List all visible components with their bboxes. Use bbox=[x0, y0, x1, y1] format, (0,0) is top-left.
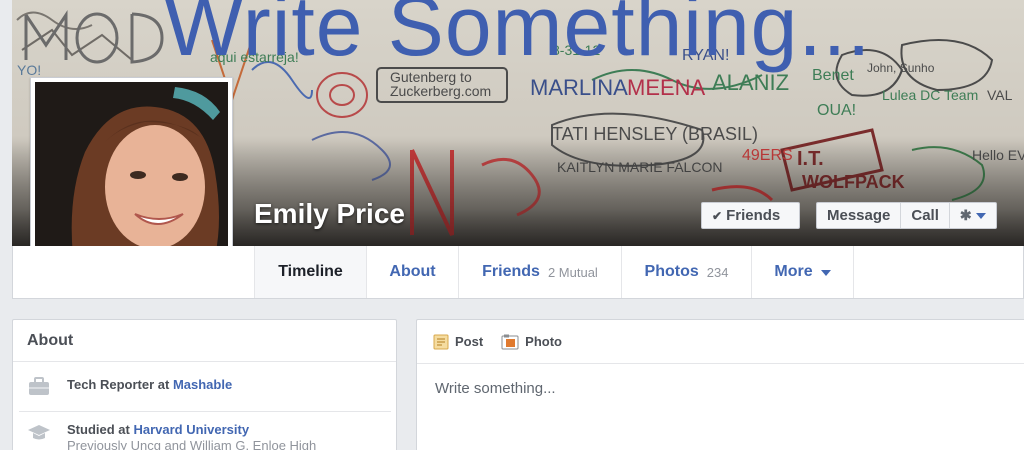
svg-text:OUA!: OUA! bbox=[817, 102, 856, 119]
svg-text:Lulea DC Team: Lulea DC Team bbox=[882, 87, 978, 103]
post-composer: Post Photo bbox=[416, 319, 1024, 450]
composer-tab-photo-label: Photo bbox=[525, 334, 562, 349]
work-prefix: Tech Reporter at bbox=[67, 377, 173, 392]
write-something-input[interactable] bbox=[435, 380, 995, 397]
avatar-image bbox=[35, 82, 228, 273]
profile-nav-bar: Timeline About Friends 2 Mutual Photos 2… bbox=[12, 246, 1024, 299]
svg-text:MEENA: MEENA bbox=[627, 75, 706, 100]
work-info-row: Tech Reporter at Mashable bbox=[27, 377, 232, 397]
employer-link[interactable]: Mashable bbox=[173, 377, 232, 392]
call-button-label: Call bbox=[911, 207, 939, 224]
tab-photos-label: Photos bbox=[644, 263, 699, 280]
tab-about[interactable]: About bbox=[366, 246, 458, 298]
tab-friends-label: Friends bbox=[482, 263, 540, 280]
graduation-cap-icon bbox=[28, 425, 50, 440]
composer-tabs: Post Photo bbox=[417, 320, 1024, 364]
tab-photos[interactable]: Photos 234 bbox=[621, 246, 751, 298]
gear-icon: ✱ bbox=[959, 207, 972, 223]
about-divider bbox=[19, 411, 391, 412]
profile-action-group: Message Call ✱ bbox=[816, 202, 997, 229]
photos-count: 234 bbox=[706, 264, 729, 280]
about-card: About Tech Reporter at Mashable Studied … bbox=[12, 319, 397, 450]
briefcase-icon bbox=[29, 377, 49, 395]
tab-more[interactable]: More bbox=[751, 246, 854, 298]
profile-name[interactable]: Emily Price bbox=[254, 198, 405, 230]
settings-dropdown-button[interactable]: ✱ bbox=[950, 203, 996, 228]
photo-icon bbox=[501, 334, 519, 349]
note-icon bbox=[433, 334, 449, 349]
school-link[interactable]: Harvard University bbox=[133, 422, 249, 437]
message-button[interactable]: Message bbox=[817, 203, 902, 228]
tab-about-label: About bbox=[389, 263, 436, 280]
svg-text:VAL: VAL bbox=[987, 87, 1013, 103]
message-button-label: Message bbox=[827, 207, 891, 224]
education-prefix: Studied at bbox=[67, 422, 134, 437]
friends-button[interactable]: ✔ Friends bbox=[701, 202, 800, 229]
tab-more-label: More bbox=[774, 263, 813, 280]
chevron-down-icon bbox=[820, 270, 831, 276]
tab-timeline-label: Timeline bbox=[278, 263, 343, 280]
svg-text:MARLINA: MARLINA bbox=[530, 75, 628, 100]
composer-tab-post-label: Post bbox=[455, 334, 484, 349]
composer-tab-post[interactable]: Post bbox=[433, 334, 483, 350]
education-info-row: Studied at Harvard University Previously… bbox=[27, 422, 316, 450]
cover-headline: Write Something... bbox=[164, 0, 872, 73]
composer-tab-photo[interactable]: Photo bbox=[501, 334, 562, 350]
svg-text:YO!: YO! bbox=[17, 62, 41, 78]
svg-text:John, Sunho: John, Sunho bbox=[867, 61, 935, 75]
tab-friends[interactable]: Friends 2 Mutual bbox=[458, 246, 621, 298]
call-button[interactable]: Call bbox=[901, 203, 950, 228]
mutual-friends-count: 2 Mutual bbox=[547, 264, 598, 280]
friends-button-label: Friends bbox=[726, 207, 781, 224]
about-card-title[interactable]: About bbox=[13, 320, 396, 362]
tab-timeline[interactable]: Timeline bbox=[254, 246, 366, 298]
svg-text:Zuckerberg.com: Zuckerberg.com bbox=[390, 83, 491, 99]
previous-schools: Previously Uncg and William G. Enloe Hig… bbox=[67, 438, 317, 450]
checkmark-icon: ✔ bbox=[712, 208, 723, 223]
chevron-down-icon bbox=[975, 212, 986, 219]
